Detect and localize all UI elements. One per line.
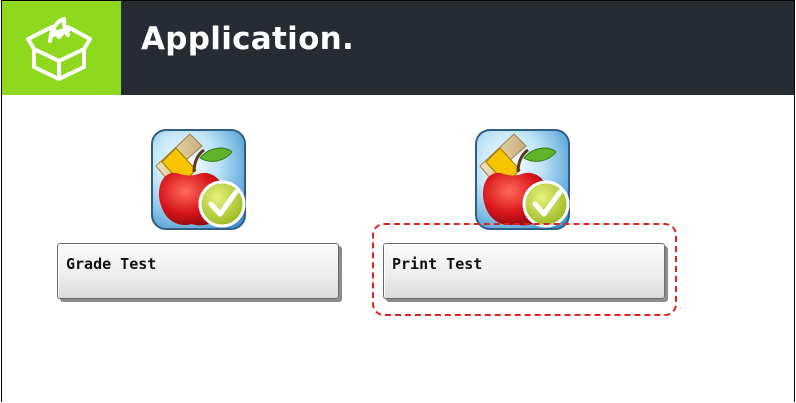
print-test-label: Print Test bbox=[392, 255, 483, 273]
app-tile-grade-test: Grade Test bbox=[57, 128, 343, 299]
header-bar: Application. bbox=[2, 1, 794, 95]
apple-ruler-check-icon[interactable] bbox=[150, 128, 247, 231]
open-box-icon bbox=[26, 17, 92, 81]
apple-ruler-check-icon[interactable] bbox=[474, 128, 571, 231]
application-screen: Application. Grade Test Print Test bbox=[1, 0, 795, 402]
header-icon-tile bbox=[2, 1, 121, 95]
grade-test-button[interactable]: Grade Test bbox=[57, 243, 339, 299]
grade-test-label: Grade Test bbox=[66, 255, 157, 273]
page-title: Application. bbox=[141, 21, 355, 57]
app-tile-print-test: Print Test bbox=[383, 128, 669, 299]
print-test-button[interactable]: Print Test bbox=[383, 243, 665, 299]
